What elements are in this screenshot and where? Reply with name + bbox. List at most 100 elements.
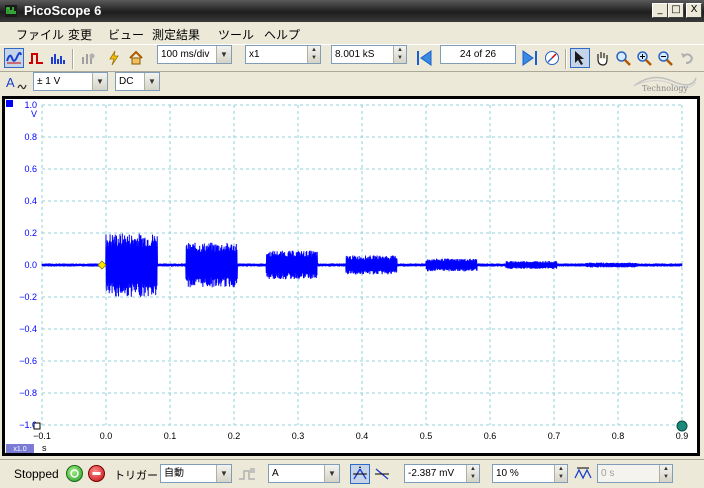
- advanced-trigger-icon[interactable]: [238, 466, 256, 482]
- hand-tool-icon[interactable]: [592, 48, 612, 68]
- signal-generator-icon[interactable]: [104, 48, 124, 68]
- previous-buffer-icon[interactable]: [414, 48, 434, 68]
- x-tick-label: 0.2: [228, 431, 241, 441]
- trigger-mode-select[interactable]: 自動 ▼: [160, 464, 232, 483]
- trigger-source-select[interactable]: A ▼: [268, 464, 340, 483]
- scope-plot[interactable]: 1.00.80.60.40.20.0−0.2−0.4−0.6−0.8−1.0 −…: [5, 99, 697, 453]
- buffer-navigator-icon[interactable]: [542, 48, 562, 68]
- timebase-select[interactable]: 100 ms/div ▼: [157, 45, 232, 64]
- spinner-icon: ▲ ▼: [307, 46, 320, 63]
- y-unit-label: V: [31, 109, 37, 119]
- y-tick-label: 0.6: [24, 164, 37, 174]
- menu-view[interactable]: ビュー: [108, 26, 144, 43]
- trigger-marker-icon[interactable]: [97, 260, 107, 270]
- falling-edge-button[interactable]: [372, 464, 392, 484]
- menu-measurements[interactable]: 測定結果: [152, 26, 200, 43]
- channel-range-value: ± 1 V: [37, 76, 61, 87]
- time-ruler-handle-icon[interactable]: [676, 420, 688, 432]
- persistence-mode-icon[interactable]: [26, 48, 46, 68]
- scope-view[interactable]: 1.0 0.8 0.6 0.4 0.2 0.0 −0.2 −0.4 −0.6 −0.8 −1.0 −…: [2, 96, 700, 456]
- y-tick-label: −0.2: [19, 292, 37, 302]
- x-tick-label: 0.7: [548, 431, 561, 441]
- buffer-value: 24 of 26: [459, 49, 497, 60]
- main-toolbar: 100 ms/div ▼ x1 ▲ ▼ 8.001 kS ▲ ▼ 24 of 26: [0, 44, 704, 72]
- next-buffer-icon[interactable]: [520, 48, 540, 68]
- y-tick-label: −0.4: [19, 324, 37, 334]
- y-tick-label: −0.8: [19, 388, 37, 398]
- spinner-icon: ▲ ▼: [659, 465, 672, 482]
- zoom-out-icon[interactable]: [655, 48, 675, 68]
- y-tick-label: 0.4: [24, 196, 37, 206]
- ruler-handle-icon[interactable]: [33, 422, 41, 430]
- channel-a-marker-icon: [6, 100, 13, 107]
- chevron-down-icon: ▼: [144, 73, 159, 90]
- toolbar-separator: [565, 49, 567, 69]
- y-tick-label: −0.6: [19, 356, 37, 366]
- menu-help[interactable]: ヘルプ: [264, 26, 300, 43]
- samples-value: 8.001 kS: [335, 49, 375, 60]
- spinner-icon: ▲ ▼: [393, 46, 406, 63]
- buffer-counter[interactable]: 24 of 26: [440, 45, 516, 64]
- pre-trigger-stepper[interactable]: 10 % ▲ ▼: [492, 464, 568, 483]
- logo-text: Technology: [642, 84, 689, 93]
- trigger-threshold-stepper[interactable]: -2.387 mV ▲ ▼: [404, 464, 480, 483]
- x-tick-label: 0.4: [356, 431, 369, 441]
- chevron-down-icon: ▼: [216, 46, 231, 63]
- zoom-in-icon[interactable]: [634, 48, 654, 68]
- undo-zoom-icon[interactable]: [677, 48, 697, 68]
- x-unit-label: s: [42, 443, 47, 453]
- channel-range-select[interactable]: ± 1 V ▼: [33, 72, 108, 91]
- pointer-tool-icon[interactable]: [570, 48, 590, 68]
- trigger-threshold-value: -2.387 mV: [408, 468, 455, 479]
- start-button[interactable]: [66, 465, 83, 482]
- trigger-delay-icon[interactable]: [574, 466, 592, 482]
- stop-icon: [92, 472, 101, 475]
- chevron-down-icon: ▼: [324, 465, 339, 482]
- trigger-delay-stepper[interactable]: 0 s ▲ ▼: [597, 464, 673, 483]
- x-tick-label: 0.0: [100, 431, 113, 441]
- rising-edge-icon: [353, 466, 367, 480]
- y-tick-label: 0.0: [24, 260, 37, 270]
- trigger-label: トリガー: [114, 469, 158, 482]
- coupling-select[interactable]: DC ▼: [115, 72, 160, 91]
- channel-options-small-icon[interactable]: [17, 82, 27, 90]
- toolbar-separator: [72, 49, 74, 69]
- x-tick-label: 0.3: [292, 431, 305, 441]
- zoom-region-icon[interactable]: [613, 48, 633, 68]
- rising-edge-button[interactable]: [350, 464, 370, 484]
- spectrum-mode-icon[interactable]: [48, 48, 68, 68]
- x-tick-label: 0.9: [676, 431, 689, 441]
- window-title: PicoScope 6: [24, 3, 102, 18]
- spinner-icon: ▲ ▼: [466, 465, 479, 482]
- play-icon: [70, 469, 79, 478]
- y-axis-labels: 1.00.80.60.40.20.0−0.2−0.4−0.6−0.8−1.0: [19, 100, 37, 430]
- minimize-button[interactable]: _: [652, 3, 668, 18]
- y-tick-label: 0.8: [24, 132, 37, 142]
- menu-file[interactable]: ファイル: [16, 26, 64, 43]
- close-button[interactable]: X: [686, 3, 702, 18]
- trigger-toolbar: Stopped トリガー 自動 ▼ A ▼ -2.387 mV ▲ ▼ 10 % …: [0, 459, 704, 488]
- chevron-down-icon: ▼: [92, 73, 107, 90]
- x-tick-label: 0.5: [420, 431, 433, 441]
- home-icon[interactable]: [126, 48, 146, 68]
- zoom-value: x1: [249, 49, 260, 60]
- menu-edit[interactable]: 変更: [68, 26, 92, 43]
- trigger-delay-value: 0 s: [601, 468, 615, 479]
- menu-tools[interactable]: ツール: [218, 26, 254, 43]
- x-tick-label: 0.1: [164, 431, 177, 441]
- timebase-value: 100 ms/div: [161, 49, 210, 60]
- samples-stepper[interactable]: 8.001 kS ▲ ▼: [331, 45, 407, 64]
- zoom-stepper[interactable]: x1 ▲ ▼: [245, 45, 321, 64]
- pre-trigger-value: 10 %: [496, 468, 519, 479]
- maximize-button[interactable]: □: [668, 3, 684, 18]
- picoscope-app-icon: [5, 5, 17, 17]
- channel-label[interactable]: A: [6, 75, 15, 90]
- stop-button[interactable]: [88, 465, 105, 482]
- x-tick-label: 0.6: [484, 431, 497, 441]
- x-axis-labels: −0.1 0.0 0.1 0.2 0.3 0.4 0.5 0.6 0.7 0.8 0.9: [33, 431, 688, 441]
- channel-toolbar: A ± 1 V ▼ DC ▼: [0, 72, 704, 96]
- channel-options-icon[interactable]: [78, 48, 98, 68]
- scope-mode-icon[interactable]: [4, 48, 24, 68]
- falling-edge-icon: [375, 468, 389, 480]
- y-tick-label: 0.2: [24, 228, 37, 238]
